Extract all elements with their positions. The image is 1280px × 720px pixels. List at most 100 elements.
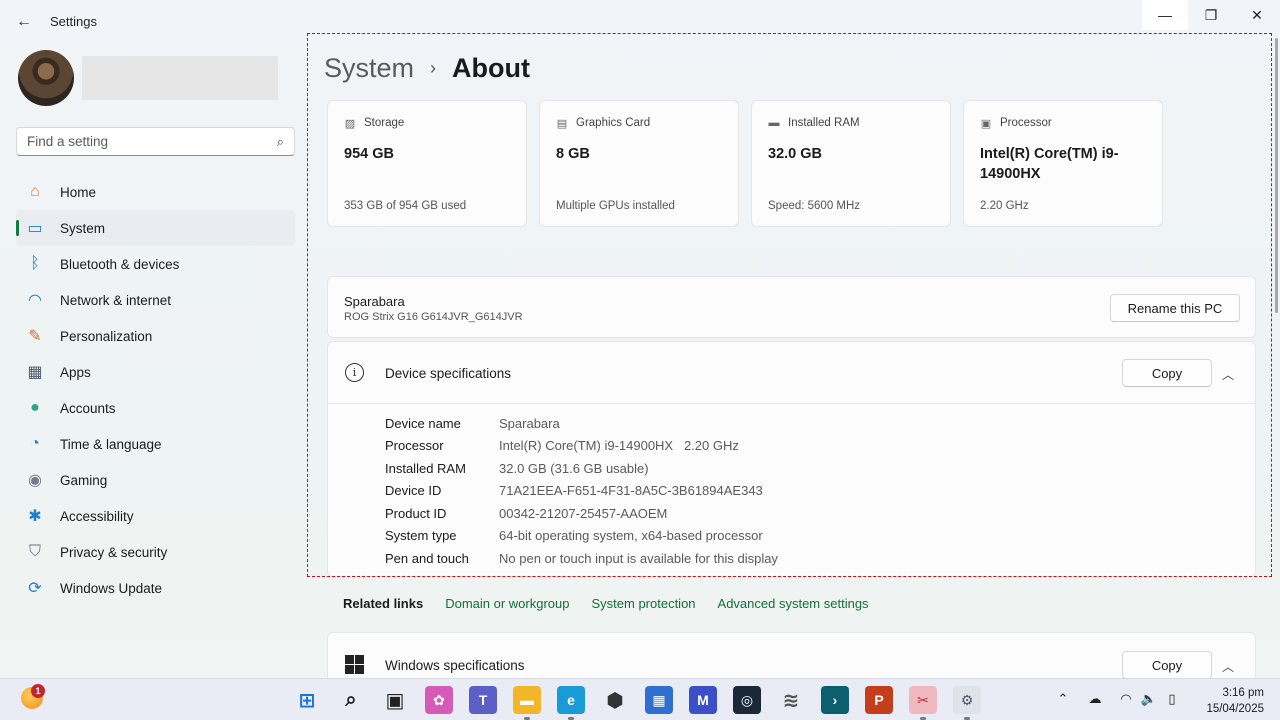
tile-value: 32.0 GB bbox=[768, 146, 822, 162]
snipping-tool-icon[interactable]: ✂ bbox=[909, 686, 937, 714]
edge-icon[interactable]: e bbox=[557, 686, 585, 714]
show-hidden-icons[interactable]: ⌃ bbox=[1054, 691, 1072, 707]
apps-icon: ▦ bbox=[27, 364, 43, 381]
spec-value: 71A21EEA-F651-4F31-8A5C-3B61894AE343 bbox=[499, 483, 763, 499]
tile-title: Processor bbox=[1000, 117, 1052, 129]
battery-icon[interactable]: ▯ bbox=[1163, 691, 1181, 707]
search-input[interactable] bbox=[17, 128, 257, 155]
copy-device-specs-button[interactable]: Copy bbox=[1122, 359, 1212, 387]
tile-subtext: 353 GB of 954 GB used bbox=[344, 200, 467, 212]
scrollbar[interactable] bbox=[1275, 38, 1278, 313]
sidebar-item-bluetooth-devices[interactable]: ᛒ Bluetooth & devices bbox=[16, 246, 295, 282]
sidebar-item-time-language[interactable]: ◔ Time & language bbox=[16, 426, 295, 462]
pc-name: Sparabara bbox=[344, 294, 405, 309]
onedrive-icon[interactable]: ☁ bbox=[1086, 691, 1104, 707]
sidebar-nav: ⌂ Home ▭ System ᛒ Bluetooth & devices ◠ Network… bbox=[16, 174, 295, 606]
sidebar-item-label: Home bbox=[60, 184, 97, 200]
sidebar-item-home[interactable]: ⌂ Home bbox=[16, 174, 295, 210]
sidebar-item-windows-update[interactable]: ⟳ Windows Update bbox=[16, 570, 295, 606]
task-view-icon[interactable]: ▣ bbox=[381, 686, 409, 714]
tile-header: ▤ Graphics Card bbox=[556, 117, 650, 130]
spec-key: Pen and touch bbox=[385, 550, 469, 566]
sidebar-item-accessibility[interactable]: ✱ Accessibility bbox=[16, 498, 295, 534]
accessibility-icon: ✱ bbox=[28, 508, 42, 525]
clock[interactable]: 3:16 pm 15/04/2025 bbox=[1198, 685, 1264, 717]
device-specifications-header[interactable]: i Device specifications Copy ︿ bbox=[328, 342, 1255, 404]
gamepad-icon: ◉ bbox=[28, 472, 42, 489]
minimize-button[interactable]: — bbox=[1142, 0, 1188, 30]
tile-graphics-card[interactable]: ▤ Graphics Card 8 GB Multiple GPUs installe… bbox=[539, 100, 739, 227]
search-icon[interactable]: ⌕ bbox=[277, 134, 284, 150]
wifi-tray-icon[interactable]: ◠ bbox=[1117, 691, 1135, 707]
tile-installed-ram[interactable]: ▬ Installed RAM 32.0 GB Speed: 5600 MHz bbox=[751, 100, 951, 227]
avatar[interactable] bbox=[18, 50, 74, 106]
tile-processor[interactable]: ▣ Processor Intel(R) Core(TM) i9-14900HX 2.… bbox=[963, 100, 1163, 227]
settings-icon[interactable]: ⚙ bbox=[953, 686, 981, 714]
link-advanced-system-settings[interactable]: Advanced system settings bbox=[718, 596, 869, 611]
chevron-up-icon[interactable]: ︿ bbox=[1216, 362, 1240, 386]
copilot-icon[interactable]: ✿ bbox=[425, 686, 453, 714]
spec-row: Device name Sparabara bbox=[385, 412, 778, 435]
home-icon: ⌂ bbox=[30, 183, 40, 200]
sidebar-item-network-internet[interactable]: ◠ Network & internet bbox=[16, 282, 295, 318]
system-icon: ▭ bbox=[27, 220, 43, 237]
sidebar-item-accounts[interactable]: ● Accounts bbox=[16, 390, 295, 426]
restore-icon: ❐ bbox=[1204, 6, 1218, 23]
storage-icon: ▨ bbox=[344, 117, 356, 130]
tile-header: ▬ Installed RAM bbox=[768, 117, 860, 129]
volume-icon[interactable]: 🔈 bbox=[1140, 691, 1158, 707]
sidebar-item-label: Gaming bbox=[60, 472, 108, 488]
app-hexagon-icon[interactable]: ⬢ bbox=[601, 686, 629, 714]
teams-icon[interactable]: T bbox=[469, 686, 497, 714]
graphics-card-icon: ▤ bbox=[556, 117, 568, 130]
tile-subtext: 2.20 GHz bbox=[980, 200, 1029, 212]
app-terminal-icon[interactable]: › bbox=[821, 686, 849, 714]
spec-key: Processor bbox=[385, 438, 444, 454]
breadcrumb: System › About bbox=[324, 50, 530, 86]
tile-value: 8 GB bbox=[556, 146, 590, 162]
user-name-redacted bbox=[82, 56, 278, 100]
spec-key: System type bbox=[385, 528, 457, 544]
sidebar-item-label: Network & internet bbox=[60, 292, 172, 308]
app-m-icon[interactable]: M bbox=[689, 686, 717, 714]
sidebar-item-label: Time & language bbox=[60, 436, 162, 452]
spec-row: System type 64-bit operating system, x64-… bbox=[385, 525, 778, 548]
spec-row: Product ID 00342-21207-25457-AAOEM bbox=[385, 502, 778, 525]
link-system-protection[interactable]: System protection bbox=[591, 596, 695, 611]
close-button[interactable]: ✕ bbox=[1234, 0, 1280, 30]
search-box[interactable]: ⌕ bbox=[16, 127, 295, 156]
file-explorer-icon[interactable]: ▬ bbox=[513, 686, 541, 714]
store-icon[interactable]: ▦ bbox=[645, 686, 673, 714]
sidebar-item-gaming[interactable]: ◉ Gaming bbox=[16, 462, 295, 498]
related-links-label: Related links bbox=[343, 595, 424, 611]
app-wing-icon[interactable]: ≋ bbox=[777, 686, 805, 714]
back-button[interactable]: ← bbox=[10, 10, 38, 34]
breadcrumb-parent[interactable]: System bbox=[324, 53, 414, 84]
sidebar-item-personalization[interactable]: ✎ Personalization bbox=[16, 318, 295, 354]
start-button[interactable]: ⊞ bbox=[293, 686, 321, 714]
chevron-up-icon[interactable]: ︿ bbox=[1216, 654, 1240, 678]
tile-storage[interactable]: ▨ Storage 954 GB 353 GB of 954 GB used bbox=[327, 100, 527, 227]
tile-subtext: Speed: 5600 MHz bbox=[768, 200, 861, 212]
sidebar-item-system[interactable]: ▭ System bbox=[16, 210, 295, 246]
shield-icon: ⛉ bbox=[28, 543, 41, 560]
tile-value: 954 GB bbox=[344, 146, 394, 162]
sidebar-item-apps[interactable]: ▦ Apps bbox=[16, 354, 295, 390]
link-domain-or-workgroup[interactable]: Domain or workgroup bbox=[445, 596, 569, 611]
related-links: Related links Domain or workgroup System … bbox=[327, 581, 1256, 625]
sidebar-item-label: System bbox=[60, 220, 106, 236]
sidebar-item-label: Windows Update bbox=[60, 580, 163, 596]
sidebar-item-privacy-security[interactable]: ⛉ Privacy & security bbox=[16, 534, 295, 570]
spec-key: Product ID bbox=[385, 505, 447, 521]
copy-windows-specs-button[interactable]: Copy bbox=[1122, 651, 1212, 679]
sidebar-item-label: Privacy & security bbox=[60, 544, 168, 560]
restore-button[interactable]: ❐ bbox=[1188, 0, 1234, 30]
search-taskbar-icon[interactable]: ⌕ bbox=[337, 686, 365, 714]
spec-value: 00342-21207-25457-AAOEM bbox=[499, 505, 668, 521]
spec-key: Device name bbox=[385, 415, 461, 431]
sidebar-item-label: Accounts bbox=[60, 400, 116, 416]
steam-icon[interactable]: ◎ bbox=[733, 686, 761, 714]
powerpoint-icon[interactable]: P bbox=[865, 686, 893, 714]
tile-subtext: Multiple GPUs installed bbox=[556, 200, 675, 212]
rename-pc-button[interactable]: Rename this PC bbox=[1110, 294, 1240, 322]
